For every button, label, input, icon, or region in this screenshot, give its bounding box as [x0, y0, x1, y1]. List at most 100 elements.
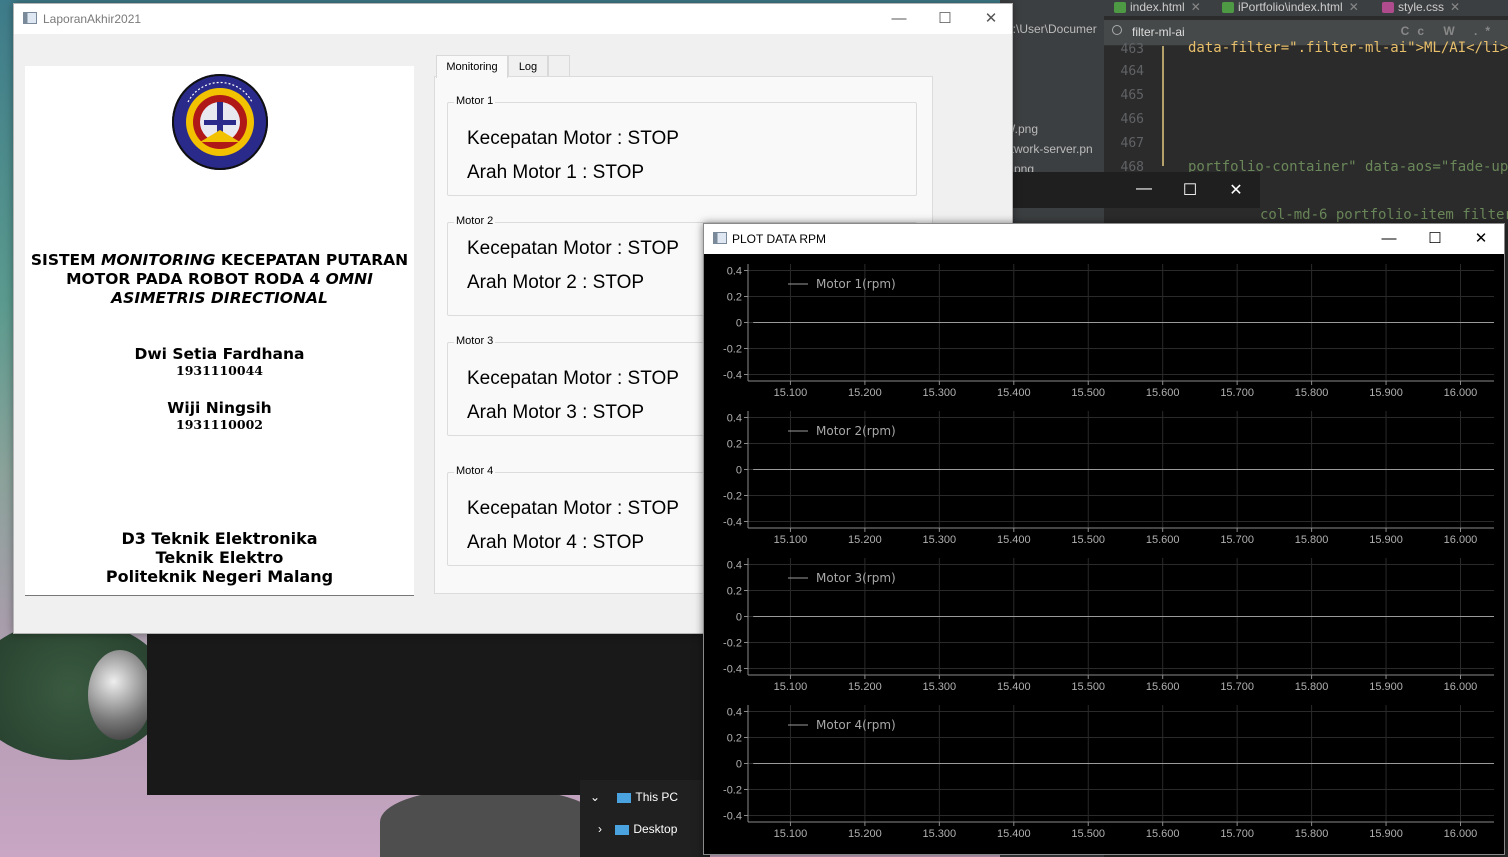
y-tick-label: 0.2 [727, 733, 742, 745]
rpm-chart[interactable]: 15.100 15.200 15.300 15.400 15.500 15.600 15.7… [704, 254, 1504, 401]
legend-label: Motor 1(rpm) [816, 277, 896, 291]
wallpaper-sphere [88, 650, 152, 740]
x-tick-label: 15.500 [1071, 681, 1105, 693]
rpm-chart[interactable]: 15.100 15.200 15.300 15.400 15.500 15.600 15.7… [704, 548, 1504, 695]
find-input[interactable]: filter-ml-ai [1132, 25, 1185, 39]
title-text-italic: OMNI [325, 270, 373, 288]
maximize-icon[interactable]: ☐ [1180, 180, 1200, 200]
author-nim: 1931110044 [176, 363, 263, 378]
author-name: Dwi Setia Fardhana [134, 345, 305, 363]
main-titlebar[interactable]: LaporanAkhir2021 — ☐ ✕ [14, 4, 1012, 34]
x-tick-label: 15.500 [1071, 828, 1105, 840]
nav-item-desktop[interactable]: › Desktop [598, 822, 677, 836]
x-tick-label: 15.700 [1220, 681, 1254, 693]
minimize-icon[interactable]: — [1134, 180, 1154, 198]
code-line[interactable]: col-md-6 portfolio-item filter- [1260, 207, 1508, 223]
tab-monitoring[interactable]: Monitoring [436, 55, 508, 78]
x-tick-label: 16.000 [1444, 681, 1478, 693]
x-tick-label: 15.800 [1295, 534, 1329, 546]
y-tick-label: 0 [736, 759, 742, 771]
x-tick-label: 15.800 [1295, 681, 1329, 693]
html-file-icon [1222, 2, 1234, 13]
find-options[interactable]: Cc W .* [1401, 24, 1498, 38]
y-tick-label: -0.2 [723, 638, 742, 650]
editor-tab[interactable]: index.html ✕ [1110, 0, 1201, 16]
maximize-button[interactable]: ☐ [922, 4, 968, 34]
close-icon[interactable]: ✕ [1450, 0, 1460, 14]
editor-tab-label: index.html [1130, 0, 1185, 14]
plot-motor-3[interactable]: 15.100 15.200 15.300 15.400 15.500 15.600 15.7… [704, 548, 1504, 695]
plot-motor-4[interactable]: 15.100 15.200 15.300 15.400 15.500 15.600 15.7… [704, 695, 1504, 842]
close-icon[interactable]: ✕ [1226, 180, 1246, 200]
rpm-chart[interactable]: 15.100 15.200 15.300 15.400 15.500 15.600 15.7… [704, 695, 1504, 842]
y-tick-label: -0.4 [723, 664, 742, 676]
editor-tab-label: style.css [1398, 0, 1445, 14]
motor-speed-label: Kecepatan Motor : STOP [467, 498, 679, 519]
y-tick-label: -0.2 [723, 785, 742, 797]
x-tick-label: 15.600 [1146, 534, 1180, 546]
institution-line: Teknik Elektro [155, 548, 284, 567]
line-number: 466 [1120, 112, 1144, 127]
x-tick-label: 15.300 [923, 387, 957, 399]
window-app-icon [23, 12, 37, 24]
sidebar-path[interactable]: D:\User\Documer [1004, 22, 1097, 36]
title-text-italic: MONITORING [100, 251, 216, 269]
rpm-chart[interactable]: 15.100 15.200 15.300 15.400 15.500 15.600 15.7… [704, 401, 1504, 548]
editor-tab[interactable]: style.css ✕ [1378, 0, 1460, 16]
y-tick-label: 0 [736, 612, 742, 624]
x-tick-label: 15.100 [774, 534, 808, 546]
x-tick-label: 15.100 [774, 828, 808, 840]
background-window-caption: — ☐ ✕ [1000, 172, 1260, 208]
explorer-nav-tree: ⌄ This PC › Desktop [580, 780, 710, 857]
motor-direction-label: Arah Motor 4 : STOP [467, 532, 645, 553]
x-tick-label: 15.700 [1220, 828, 1254, 840]
close-icon[interactable]: ✕ [1349, 0, 1359, 14]
close-button[interactable]: ✕ [1458, 224, 1504, 254]
group-title: Motor 2 [454, 215, 496, 227]
editor-tab-label: iPortfolio\index.html [1238, 0, 1343, 14]
line-number: 467 [1120, 136, 1144, 151]
x-tick-label: 15.100 [774, 387, 808, 399]
plot-titlebar[interactable]: PLOT DATA RPM — ☐ ✕ [704, 224, 1504, 254]
group-title: Motor 1 [454, 95, 496, 107]
x-tick-label: 16.000 [1444, 828, 1478, 840]
code-line[interactable]: data-filter=".filter-ml-ai">ML/AI</li> [1188, 40, 1508, 56]
plot-window: PLOT DATA RPM — ☐ ✕ 15.100 15.200 15.300 15… [703, 223, 1505, 855]
minimize-button[interactable]: — [1366, 224, 1412, 254]
x-tick-label: 15.900 [1369, 828, 1403, 840]
x-tick-label: 15.600 [1146, 681, 1180, 693]
minimize-button[interactable]: — [876, 4, 922, 34]
institution-line: Politeknik Negeri Malang [105, 567, 334, 586]
plot-motor-2[interactable]: 15.100 15.200 15.300 15.400 15.500 15.600 15.7… [704, 401, 1504, 548]
desktop-icon [615, 824, 630, 835]
x-tick-label: 15.200 [848, 828, 882, 840]
x-tick-label: 15.400 [997, 387, 1031, 399]
editor-tab[interactable]: iPortfolio\index.html ✕ [1218, 0, 1359, 16]
motor-direction-label: Arah Motor 1 : STOP [467, 162, 645, 183]
x-tick-label: 15.800 [1295, 387, 1329, 399]
line-number: 463 [1120, 42, 1144, 57]
css-file-icon [1382, 2, 1394, 13]
window-title: LaporanAkhir2021 [43, 12, 142, 26]
plot-motor-1[interactable]: 15.100 15.200 15.300 15.400 15.500 15.600 15.7… [704, 254, 1504, 401]
nav-item-this-pc[interactable]: ⌄ This PC [590, 790, 678, 804]
close-button[interactable]: ✕ [968, 4, 1014, 34]
y-tick-label: 0.4 [727, 266, 742, 278]
y-tick-label: 0 [736, 318, 742, 330]
report-title-line: MOTOR PADA ROBOT RODA 4 OMNI [25, 270, 414, 289]
maximize-button[interactable]: ☐ [1412, 224, 1458, 254]
x-tick-label: 15.400 [997, 681, 1031, 693]
tab-log[interactable]: Log [508, 55, 548, 77]
group-title: Motor 3 [454, 335, 496, 347]
close-icon[interactable]: ✕ [1191, 0, 1201, 14]
report-title-line: ASIMETRIS DIRECTIONAL [25, 289, 414, 308]
sidebar-file[interactable]: etwork-server.pn [1004, 142, 1093, 156]
y-tick-label: 0.4 [727, 707, 742, 719]
wallpaper-rock [380, 790, 600, 857]
motor-direction-label: Arah Motor 2 : STOP [467, 272, 645, 293]
x-tick-label: 15.500 [1071, 534, 1105, 546]
tab-empty[interactable] [548, 55, 570, 77]
motor-speed-label: Kecepatan Motor : STOP [467, 368, 679, 389]
x-tick-label: 15.200 [848, 681, 882, 693]
x-tick-label: 15.900 [1369, 681, 1403, 693]
